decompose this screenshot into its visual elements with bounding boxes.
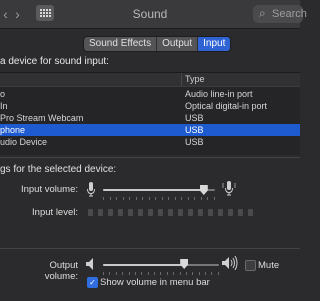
device-type: USB [185, 125, 204, 135]
output-volume-label: Output volume: [44, 260, 78, 282]
microphone-high-icon [222, 181, 236, 196]
table-row[interactable]: Pro Stream Webcam USB [0, 112, 300, 124]
tab-input[interactable]: Input [198, 37, 231, 51]
device-type: Audio line-in port [185, 89, 253, 99]
microphone-low-icon [87, 182, 95, 197]
table-row[interactable]: In Optical digital-in port [0, 100, 300, 112]
tab-output[interactable]: Output [157, 37, 199, 51]
device-name: In [0, 101, 8, 111]
table-row-selected[interactable]: phone USB [0, 124, 300, 136]
device-name: o [0, 89, 6, 99]
column-type-header[interactable]: Type [185, 74, 205, 84]
input-volume-knob[interactable] [199, 185, 208, 195]
output-volume-ticks [103, 272, 219, 275]
device-prompt: a device for sound input: [0, 56, 109, 67]
input-level-meter [88, 209, 253, 216]
speaker-high-icon [222, 256, 238, 270]
input-level-label: Input level: [32, 207, 78, 218]
device-type: USB [185, 113, 204, 123]
show-volume-menubar-checkbox[interactable]: ✓ [87, 277, 98, 288]
table-row[interactable]: o Audio line-in port [0, 88, 300, 100]
device-type: USB [185, 137, 204, 147]
search-placeholder: Search [272, 8, 307, 20]
input-volume-ticks [103, 197, 215, 200]
search-input[interactable]: ⌕ Search [253, 5, 307, 23]
tab-sound-effects[interactable]: Sound Effects [84, 37, 158, 51]
show-volume-menubar-label[interactable]: Show volume in menu bar [100, 277, 210, 288]
search-icon: ⌕ [259, 6, 266, 20]
input-volume-slider[interactable] [103, 189, 215, 191]
device-name: phone [0, 125, 26, 135]
output-volume-slider[interactable] [103, 264, 219, 266]
tab-bar: Sound Effects Output Input [83, 36, 232, 52]
settings-heading: gs for the selected device: [0, 164, 117, 175]
table-row[interactable]: udio Device USB [0, 136, 300, 148]
input-volume-label: Input volume: [20, 184, 78, 195]
window-toolbar: ‹ › Sound ⌕ Search [0, 0, 307, 29]
device-type: Optical digital-in port [185, 101, 268, 111]
mute-label[interactable]: Mute [258, 260, 279, 271]
device-table: Type o Audio line-in port In Optical dig… [0, 72, 300, 155]
section-divider [0, 157, 300, 158]
checkmark-icon: ✓ [89, 278, 96, 287]
mute-checkbox[interactable] [245, 260, 256, 271]
device-name: udio Device [0, 137, 48, 147]
speaker-low-icon [86, 258, 93, 270]
table-header: Type [0, 73, 300, 87]
device-name: Pro Stream Webcam [0, 113, 84, 123]
